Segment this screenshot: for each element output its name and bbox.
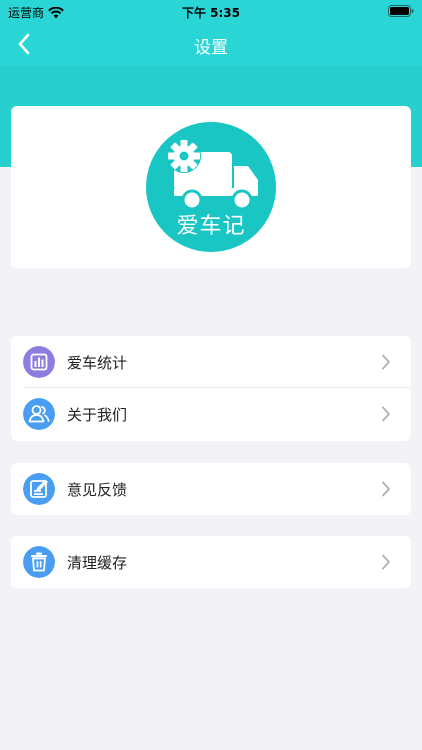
menu-card-feedback: 意见反馈 <box>11 463 411 515</box>
chevron-right-icon <box>382 481 390 497</box>
chevron-right-icon <box>382 406 390 422</box>
app-logo-card: 爱车记 <box>11 106 411 268</box>
menu-item-feedback-label: 意见反馈 <box>67 481 128 499</box>
status-time: 下午 5:35 <box>181 6 241 20</box>
app-logo: 爱车记 <box>146 122 276 252</box>
menu-item-about[interactable]: 关于我们 <box>11 388 411 440</box>
chevron-right-icon <box>382 354 390 370</box>
trash-icon <box>23 546 55 578</box>
battery-icon <box>388 5 414 20</box>
menu-item-clear-cache-label: 清理缓存 <box>67 554 128 572</box>
menu-item-clear-cache[interactable]: 清理缓存 <box>11 536 411 588</box>
app-logo-text: 爱车记 <box>176 214 246 239</box>
menu-item-feedback[interactable]: 意见反馈 <box>11 463 411 515</box>
menu-card-info: 爱车统计 关于我们 <box>11 336 411 441</box>
menu-item-stats-label: 爱车统计 <box>67 354 128 372</box>
status-bar: 运营商 下午 5:35 <box>0 0 422 22</box>
navigation-bar: 设置 <box>0 22 422 66</box>
bar-chart-icon <box>23 346 55 378</box>
feedback-edit-icon <box>23 473 55 505</box>
menu-card-cache: 清理缓存 <box>11 536 411 588</box>
about-users-icon <box>23 398 55 430</box>
page-title: 设置 <box>194 38 228 58</box>
chevron-right-icon <box>382 554 390 570</box>
menu-item-about-label: 关于我们 <box>67 406 128 424</box>
menu-item-stats[interactable]: 爱车统计 <box>11 336 411 388</box>
